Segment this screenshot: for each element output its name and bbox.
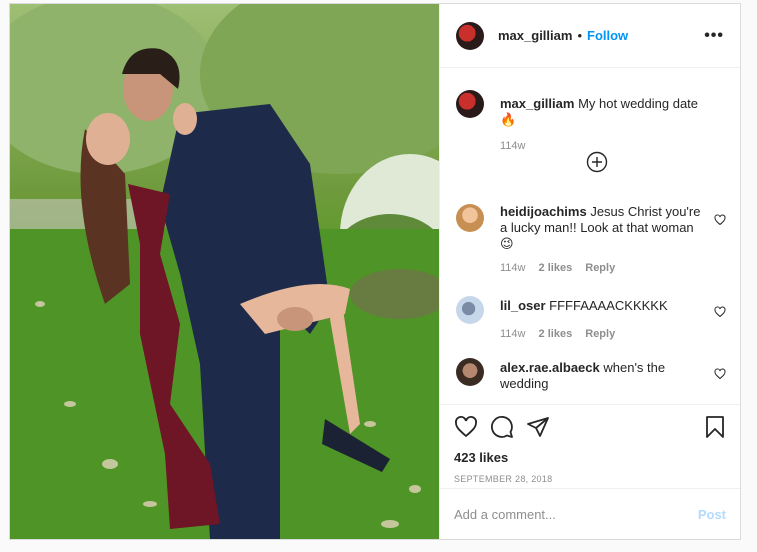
action-bar: 423 likes SEPTEMBER 28, 2018 — [440, 404, 740, 488]
author-username[interactable]: max_gilliam — [498, 28, 572, 43]
post-sidebar: max_gilliam • Follow ••• max_gilliam My … — [439, 4, 740, 539]
avatar[interactable] — [456, 21, 484, 50]
post-photo[interactable] — [10, 4, 439, 539]
action-icons — [454, 413, 726, 443]
comment-input[interactable]: Add a comment... — [454, 507, 556, 522]
comment-body: FFFFAAAACKKKKK — [549, 298, 668, 313]
photo-couple-kissing — [10, 4, 439, 539]
more-icon[interactable]: ••• — [704, 27, 724, 43]
avatar[interactable] — [456, 296, 484, 324]
list-item: heidijoachims Jesus Christ you're a luck… — [456, 204, 726, 274]
heart-icon[interactable] — [714, 306, 726, 321]
comment-likes[interactable]: 2 likes — [539, 262, 573, 274]
caption: max_gilliam My hot wedding date🔥 114w — [456, 90, 726, 152]
likes-count[interactable]: 423 likes — [454, 450, 726, 465]
heart-icon[interactable] — [714, 214, 726, 229]
comment-age[interactable]: 114w — [500, 262, 525, 274]
bookmark-icon[interactable] — [704, 415, 726, 442]
share-icon[interactable] — [526, 415, 550, 442]
comment-icon[interactable] — [490, 415, 514, 442]
post-date: SEPTEMBER 28, 2018 — [454, 474, 553, 484]
follow-button[interactable]: Follow — [587, 28, 628, 43]
separator-dot: • — [577, 28, 582, 43]
avatar[interactable] — [456, 204, 484, 232]
reply-button[interactable]: Reply — [585, 262, 615, 274]
post-header: max_gilliam • Follow ••• — [440, 4, 740, 68]
avatar[interactable] — [456, 90, 484, 118]
comment-text: alex.rae.albaeck when's the wedding — [500, 358, 704, 392]
heart-icon[interactable] — [714, 368, 726, 383]
list-item: lil_oser FFFFAAAACKKKKK 114w 2 likes Rep… — [456, 296, 726, 340]
comment-age[interactable]: 114w — [500, 328, 525, 340]
list-item: alex.rae.albaeck when's the wedding — [456, 358, 726, 392]
comment-likes[interactable]: 2 likes — [539, 328, 573, 340]
add-circle-icon[interactable] — [586, 151, 608, 176]
reply-button[interactable]: Reply — [585, 328, 615, 340]
caption-age[interactable]: 114w — [500, 140, 525, 152]
post-button[interactable]: Post — [698, 507, 726, 522]
post-card: max_gilliam • Follow ••• max_gilliam My … — [9, 3, 741, 540]
comments-list[interactable]: max_gilliam My hot wedding date🔥 114w he… — [440, 68, 740, 404]
heart-icon[interactable] — [454, 415, 478, 442]
add-comment-bar: Add a comment... Post — [440, 488, 740, 539]
caption-meta: 114w — [500, 140, 726, 152]
comment-username[interactable]: alex.rae.albaeck — [500, 360, 600, 375]
comment-meta: 114w 2 likes Reply — [500, 328, 726, 340]
comment-username[interactable]: heidijoachims — [500, 204, 587, 219]
comment-text: heidijoachims Jesus Christ you're a luck… — [500, 204, 704, 252]
caption-username[interactable]: max_gilliam — [500, 96, 574, 111]
comment-text: lil_oser FFFFAAAACKKKKK — [500, 296, 704, 314]
caption-text: max_gilliam My hot wedding date🔥 — [500, 90, 704, 128]
avatar[interactable] — [456, 358, 484, 386]
comment-username[interactable]: lil_oser — [500, 298, 546, 313]
comment-meta: 114w 2 likes Reply — [500, 262, 726, 274]
